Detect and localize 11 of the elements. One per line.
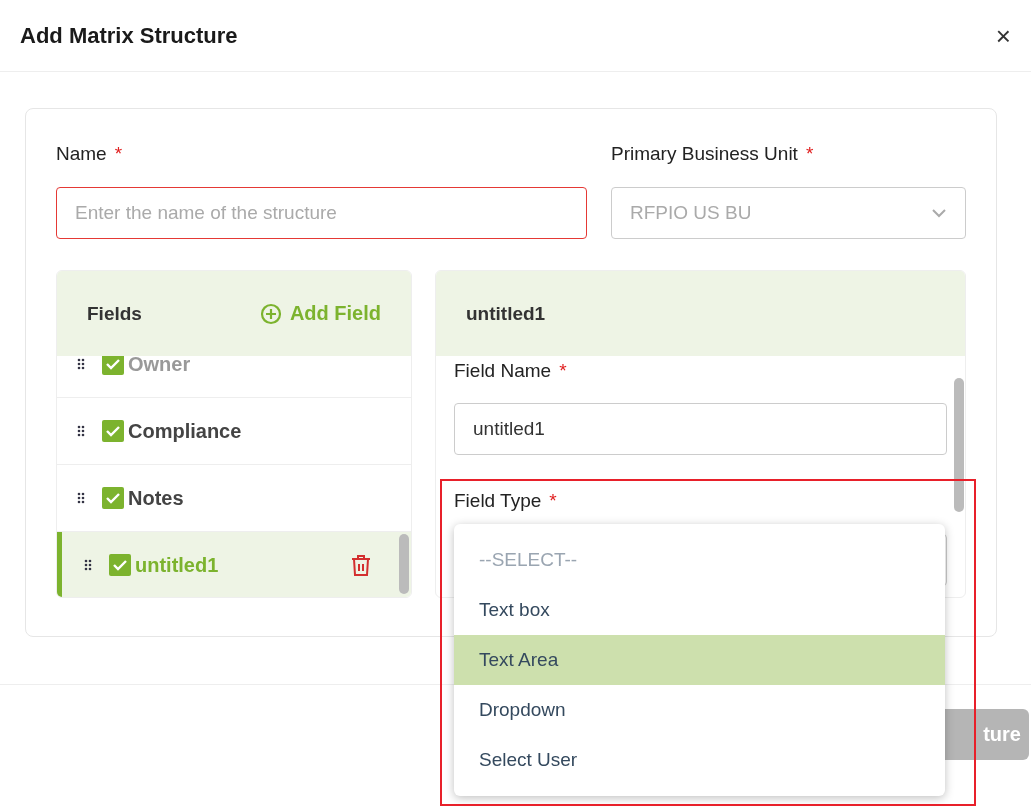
required-mark: * bbox=[805, 143, 814, 165]
required-mark: * bbox=[549, 490, 557, 512]
field-label: Primary Business Unit bbox=[611, 143, 798, 165]
panel-title: Fields bbox=[87, 302, 142, 325]
required-mark: * bbox=[114, 143, 123, 165]
dialog-title: Add Matrix Structure bbox=[20, 22, 238, 49]
required-mark: * bbox=[559, 360, 567, 382]
field-label: Field Type bbox=[454, 490, 542, 512]
field-label: Name bbox=[56, 143, 107, 165]
field-label: Field Name bbox=[454, 360, 552, 382]
panel-title: untitled1 bbox=[466, 302, 546, 325]
